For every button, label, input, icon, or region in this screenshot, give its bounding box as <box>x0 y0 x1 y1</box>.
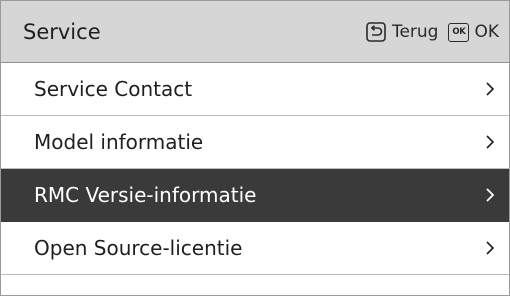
chevron-right-icon <box>486 241 495 255</box>
chevron-right-icon <box>486 135 495 149</box>
ok-key-icon: OK <box>448 22 470 42</box>
menu-item-label: RMC Versie-informatie <box>34 183 257 207</box>
menu-item-rmc-versie-informatie[interactable]: RMC Versie-informatie <box>1 169 509 222</box>
ok-button[interactable]: OK OK <box>448 22 499 42</box>
page-title: Service <box>23 20 101 44</box>
back-label: Terug <box>391 22 439 42</box>
chevron-right-icon <box>486 188 495 202</box>
ok-label: OK <box>474 22 499 42</box>
menu-item-label: Service Contact <box>34 77 193 101</box>
header-actions: Terug OK OK <box>366 1 499 63</box>
header-bar: Service Terug OK OK <box>1 1 509 63</box>
return-arrow-icon <box>366 22 386 42</box>
menu-item-open-source-licentie[interactable]: Open Source-licentie <box>1 222 509 275</box>
back-button[interactable]: Terug <box>366 22 439 42</box>
menu-item-label: Model informatie <box>34 130 204 154</box>
menu-item-model-informatie[interactable]: Model informatie <box>1 116 509 169</box>
menu-item-label: Open Source-licentie <box>34 236 243 260</box>
service-menu-screen: Service Terug OK OK Service Contact Mode… <box>0 0 510 296</box>
menu-item-service-contact[interactable]: Service Contact <box>1 63 509 116</box>
chevron-right-icon <box>486 82 495 96</box>
menu-list: Service Contact Model informatie RMC Ver… <box>1 63 509 275</box>
